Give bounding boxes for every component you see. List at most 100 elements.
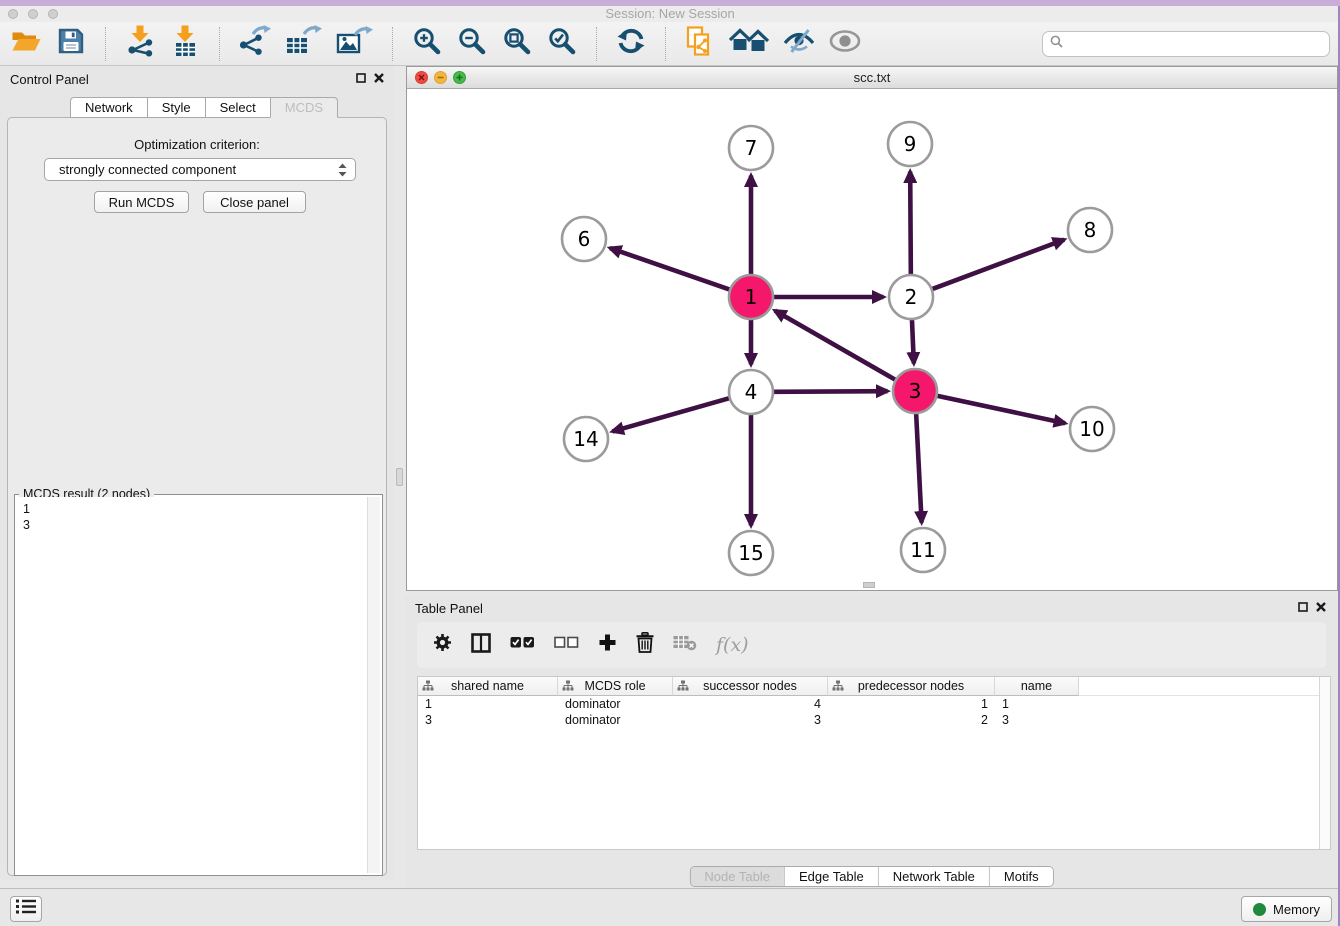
task-history-button[interactable] xyxy=(10,896,42,922)
close-panel-button[interactable]: Close panel xyxy=(203,191,306,213)
column-header-shared-name[interactable]: shared name xyxy=(418,677,558,696)
criterion-dropdown[interactable]: strongly connected component xyxy=(44,158,356,181)
zoom-out-button[interactable] xyxy=(456,26,488,62)
graph-edge-4-3[interactable] xyxy=(774,391,888,392)
table-cell[interactable]: 2 xyxy=(828,713,995,727)
table-cell[interactable]: 3 xyxy=(673,713,828,727)
panel-splitter-handle[interactable] xyxy=(396,468,403,486)
column-header-label: MCDS role xyxy=(584,679,645,693)
dropdown-stepper-icon xyxy=(338,163,347,182)
close-window-button[interactable] xyxy=(8,9,18,19)
tab-style[interactable]: Style xyxy=(147,97,205,118)
graph-node-1[interactable]: 1 xyxy=(729,275,773,319)
graph-edge-3-1[interactable] xyxy=(775,311,895,380)
result-scrollbar[interactable] xyxy=(367,497,380,873)
close-table-panel-icon[interactable] xyxy=(1316,602,1326,612)
apply-layout-button[interactable] xyxy=(615,26,647,62)
status-bar: Memory xyxy=(0,888,1340,926)
clone-network-button[interactable] xyxy=(684,26,716,62)
column-header-mcds-role[interactable]: MCDS role xyxy=(558,677,673,696)
graph-node-8[interactable]: 8 xyxy=(1068,208,1112,252)
tab-select[interactable]: Select xyxy=(205,97,270,118)
graph-node-7[interactable]: 7 xyxy=(729,126,773,170)
canvas-hscroll-thumb[interactable] xyxy=(863,582,875,588)
import-network-button[interactable] xyxy=(124,26,156,62)
memory-button[interactable]: Memory xyxy=(1241,896,1332,922)
graph-edge-4-14[interactable] xyxy=(612,398,728,431)
tab-motifs[interactable]: Motifs xyxy=(989,867,1053,886)
export-table-button[interactable] xyxy=(285,26,323,62)
table-cell[interactable]: 1 xyxy=(995,697,1079,711)
table-cell[interactable]: 1 xyxy=(828,697,995,711)
import-table-icon xyxy=(169,25,201,62)
table-cell[interactable]: 3 xyxy=(418,713,558,727)
run-mcds-button[interactable]: Run MCDS xyxy=(94,191,189,213)
graph-edge-3-11[interactable] xyxy=(916,414,921,523)
graph-node-11[interactable]: 11 xyxy=(901,528,945,572)
export-image-button[interactable] xyxy=(336,26,374,62)
tree-icon xyxy=(677,680,689,695)
graph-node-2[interactable]: 2 xyxy=(889,275,933,319)
float-table-panel-icon[interactable] xyxy=(1298,602,1308,612)
maximize-window-button[interactable] xyxy=(48,9,58,19)
graph-edge-3-10[interactable] xyxy=(937,396,1065,423)
column-layout-icon xyxy=(471,633,491,658)
graph-edge-2-8[interactable] xyxy=(933,240,1065,289)
select-all-columns-button[interactable] xyxy=(510,636,535,654)
table-cell[interactable]: 1 xyxy=(418,697,558,711)
table-toolbar: f(x) xyxy=(417,622,1326,668)
zoom-fit-button[interactable] xyxy=(501,26,533,62)
search-input[interactable] xyxy=(1068,37,1329,52)
graph-node-10[interactable]: 10 xyxy=(1070,407,1114,451)
float-panel-icon[interactable] xyxy=(356,73,366,83)
tab-network[interactable]: Network xyxy=(70,97,147,118)
table-cell[interactable]: 4 xyxy=(673,697,828,711)
graph-node-6[interactable]: 6 xyxy=(562,217,606,261)
deselect-all-columns-icon xyxy=(554,636,579,654)
graph-edge-2-9[interactable] xyxy=(910,171,911,274)
column-header-predecessor-nodes[interactable]: predecessor nodes xyxy=(828,677,995,696)
network-minimize-button[interactable] xyxy=(434,71,447,84)
network-zoom-button[interactable] xyxy=(453,71,466,84)
save-session-button[interactable] xyxy=(55,26,87,62)
graph-node-9[interactable]: 9 xyxy=(888,122,932,166)
hide-panels-button[interactable] xyxy=(782,26,816,62)
zoom-in-button[interactable] xyxy=(411,26,443,62)
close-panel-icon[interactable] xyxy=(374,73,384,83)
column-layout-button[interactable] xyxy=(471,633,491,658)
table-cell[interactable]: dominator xyxy=(558,697,673,711)
tree-icon xyxy=(562,680,574,695)
zoom-selected-button[interactable] xyxy=(546,26,578,62)
table-row[interactable]: 1dominator411 xyxy=(418,696,1330,712)
graph-node-label: 10 xyxy=(1079,417,1104,441)
tab-mcds[interactable]: MCDS xyxy=(270,97,338,118)
graph-node-15[interactable]: 15 xyxy=(729,531,773,575)
export-network-button[interactable] xyxy=(238,26,272,62)
show-all-networks-button[interactable] xyxy=(729,26,769,62)
table-cell[interactable]: dominator xyxy=(558,713,673,727)
graph-node-label: 15 xyxy=(738,541,763,565)
tab-network-table[interactable]: Network Table xyxy=(878,867,989,886)
open-file-button[interactable] xyxy=(10,26,42,62)
network-close-button[interactable] xyxy=(415,71,428,84)
column-header-name[interactable]: name xyxy=(995,677,1079,696)
graph-edge-1-6[interactable] xyxy=(610,248,729,289)
graph-node-14[interactable]: 14 xyxy=(564,417,608,461)
tab-edge-table[interactable]: Edge Table xyxy=(784,867,878,886)
graph-node-4[interactable]: 4 xyxy=(729,370,773,414)
network-canvas[interactable]: 7 9 6 8 1 2 4 3 14 10 15 11 xyxy=(407,90,1337,590)
delete-column-button[interactable] xyxy=(636,632,654,658)
add-column-button[interactable] xyxy=(598,633,617,657)
import-table-button[interactable] xyxy=(169,26,201,62)
table-settings-button[interactable] xyxy=(433,633,452,657)
table-row[interactable]: 3dominator323 xyxy=(418,712,1330,728)
graph-edge-2-3[interactable] xyxy=(912,320,914,364)
column-header-successor-nodes[interactable]: successor nodes xyxy=(673,677,828,696)
mcds-result-textarea[interactable]: 13 xyxy=(17,497,380,873)
deselect-all-columns-button[interactable] xyxy=(554,636,579,654)
table-cell[interactable]: 3 xyxy=(995,713,1079,727)
graph-node-3[interactable]: 3 xyxy=(893,369,937,413)
table-scrollbar[interactable] xyxy=(1319,677,1330,849)
minimize-window-button[interactable] xyxy=(28,9,38,19)
tab-node-table[interactable]: Node Table xyxy=(690,867,784,886)
